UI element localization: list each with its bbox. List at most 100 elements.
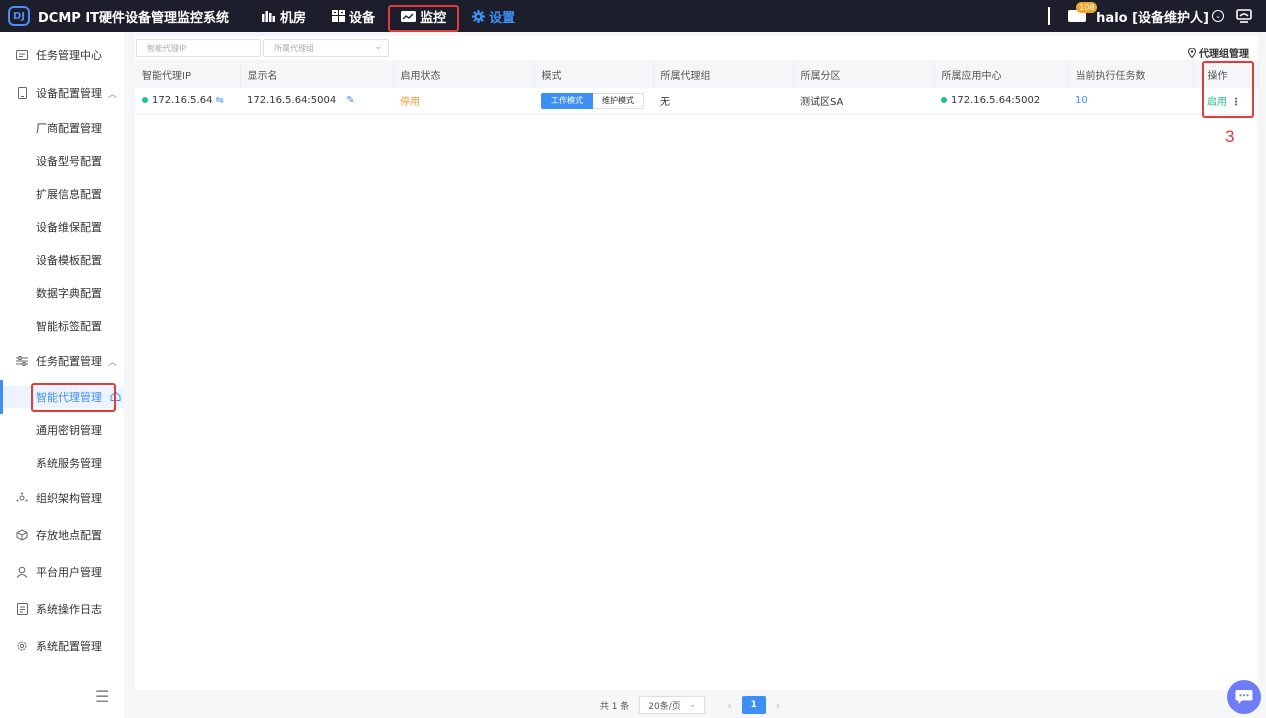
online-status-dot <box>941 97 947 104</box>
sidebar-item-label: 系统服务管理 <box>36 457 102 470</box>
next-page-icon[interactable]: › <box>776 699 780 712</box>
group-manage-link[interactable]: 代理组管理 <box>1188 45 1249 60</box>
agent-group-select[interactable]: 所属代理组 ⌄ <box>263 39 389 57</box>
sidebar-item-device-config[interactable]: 设备配置管理 ︿ <box>0 82 124 104</box>
action-cell: 启用 ⋮ <box>1193 88 1258 115</box>
sidebar-item-label: 设备维保配置 <box>36 221 102 234</box>
user-icon <box>16 566 28 578</box>
org-icon <box>16 492 28 504</box>
agent-table: 智能代理IP 显示名 启用状态 模式 所属代理组 所属分区 所属应用中心 当前执… <box>135 60 1259 115</box>
prev-page-icon[interactable]: ‹ <box>727 699 731 712</box>
pagination: 共 1 条 20条/页 ⌄ ‹ 1 › <box>124 696 1266 714</box>
nav-item-device[interactable]: 设备 <box>319 0 388 32</box>
mode-cell: 工作模式 维护模式 <box>534 88 653 115</box>
task-count-cell: 10 <box>1068 88 1193 115</box>
status-cell: 停用 <box>393 88 534 115</box>
sidebar-item-label: 存放地点配置 <box>36 529 102 542</box>
display-name-cell: 172.16.5.64:5004 ✎ <box>240 88 393 115</box>
nav-item-label: 监控 <box>420 10 447 26</box>
app-title: DCMP IT硬件设备管理监控系统 <box>38 10 230 26</box>
chevron-up-icon: ︿ <box>108 89 118 100</box>
agent-ip-input[interactable]: 智能代理IP <box>136 39 261 57</box>
main-nav: 机房 设备 监控 设置 <box>249 0 528 32</box>
screen-icon[interactable] <box>1236 9 1252 23</box>
agent-ip: 172.16.5.64 <box>152 95 213 107</box>
sidebar-item-platform-users[interactable]: 平台用户管理 <box>0 561 124 583</box>
work-mode-button[interactable]: 工作模式 <box>541 92 593 109</box>
table-row: 172.16.5.64 ⇋ 172.16.5.64:5004 ✎ 停用 工作模式 维… <box>135 88 1258 115</box>
sidebar-item-device-model[interactable]: 设备型号配置 <box>0 150 124 172</box>
maintenance-mode-button[interactable]: 维护模式 <box>593 92 644 109</box>
chat-button[interactable] <box>1227 680 1261 714</box>
settings-icon <box>16 640 28 652</box>
nav-item-monitor[interactable]: 监控 <box>388 0 459 32</box>
sliders-icon <box>16 355 28 367</box>
edit-icon[interactable]: ✎ <box>346 95 354 106</box>
sidebar-item-smart-agent[interactable]: 智能代理管理 <box>0 380 124 414</box>
column-header: 所属分区 <box>793 60 935 88</box>
nav-item-room[interactable]: 机房 <box>249 0 319 32</box>
sidebar-item-label: 任务配置管理 <box>36 355 102 368</box>
total-count: 共 1 条 <box>599 701 630 712</box>
group-cell: 无 <box>653 88 793 115</box>
nav-item-label: 设置 <box>489 10 516 26</box>
user-name[interactable]: halo [设备维护人] <box>1096 7 1209 26</box>
enable-button[interactable]: 启用 <box>1207 97 1227 108</box>
chevron-down-icon[interactable]: ⌄ <box>1212 10 1224 22</box>
log-icon <box>16 603 28 615</box>
logo[interactable]: DJ DCMP IT硬件设备管理监控系统 <box>8 6 229 26</box>
swap-icon[interactable]: ⇋ <box>215 95 223 106</box>
mail-icon[interactable]: 108 <box>1068 2 1098 22</box>
zone-cell: 测试区SA <box>793 88 934 115</box>
nav-item-settings[interactable]: 设置 <box>459 0 528 32</box>
annotation-number-3: 3 <box>1225 127 1235 146</box>
agent-ip-cell: 172.16.5.64 ⇋ <box>135 88 240 115</box>
sidebar-item-label: 系统操作日志 <box>36 603 102 616</box>
sidebar-item-smart-tag[interactable]: 智能标签配置 <box>0 315 124 337</box>
monitor-icon <box>401 10 417 22</box>
column-header: 智能代理IP <box>135 60 241 88</box>
page-size-select[interactable]: 20条/页 ⌄ <box>639 696 706 714</box>
sidebar-item-dictionary[interactable]: 数据字典配置 <box>0 282 124 304</box>
column-header: 显示名 <box>240 60 394 88</box>
sidebar-item-system-config[interactable]: 系统配置管理 <box>0 635 124 657</box>
card-icon <box>16 49 28 61</box>
sidebar-item-ext-info[interactable]: 扩展信息配置 <box>0 183 124 205</box>
message-count-badge: 108 <box>1076 2 1098 13</box>
sidebar-item-secret-key[interactable]: 通用密钥管理 <box>0 419 124 441</box>
status-badge: 停用 <box>400 97 420 109</box>
task-count-link[interactable]: 10 <box>1075 95 1088 106</box>
chevron-down-icon: ⌄ <box>374 42 382 52</box>
sidebar: 任务管理中心 设备配置管理 ︿ 厂商配置管理 设备型号配置 扩展信息配置 设备维… <box>0 32 124 718</box>
column-header: 操作 <box>1193 60 1259 88</box>
sidebar-item-system-service[interactable]: 系统服务管理 <box>0 452 124 474</box>
sidebar-item-operation-log[interactable]: 系统操作日志 <box>0 598 124 620</box>
nav-item-label: 机房 <box>280 10 307 26</box>
sidebar-item-template[interactable]: 设备模板配置 <box>0 249 124 271</box>
sidebar-item-organization[interactable]: 组织架构管理 <box>0 487 124 509</box>
sidebar-item-task-config[interactable]: 任务配置管理 ︿ <box>0 350 124 372</box>
column-header: 所属代理组 <box>653 60 794 88</box>
more-options-icon[interactable]: ⋮ <box>1231 97 1241 108</box>
sidebar-item-label: 组织架构管理 <box>36 492 102 505</box>
sidebar-item-label: 平台用户管理 <box>36 566 102 579</box>
grid-icon <box>332 10 346 22</box>
home-icon[interactable] <box>110 390 121 404</box>
page-number-current[interactable]: 1 <box>741 696 766 714</box>
sidebar-item-task-center[interactable]: 任务管理中心 <box>0 44 124 66</box>
display-name: 172.16.5.64:5004 <box>247 95 337 107</box>
sidebar-item-label: 扩展信息配置 <box>36 188 102 201</box>
chevron-up-icon: ︿ <box>108 357 118 368</box>
user-area: 108 halo [设备维护人] ⌄ <box>1048 0 1266 32</box>
logo-icon: DJ <box>8 6 30 26</box>
menu-collapse-icon[interactable]: ☰ <box>95 687 109 706</box>
main-content: 智能代理IP 所属代理组 ⌄ 代理组管理 智能代理IP 显示名 启用状态 模式 … <box>124 32 1266 718</box>
sidebar-item-label: 任务管理中心 <box>36 49 102 62</box>
sidebar-item-maintenance[interactable]: 设备维保配置 <box>0 216 124 238</box>
column-header: 模式 <box>534 60 654 88</box>
sidebar-item-vendor[interactable]: 厂商配置管理 <box>0 117 124 139</box>
sidebar-item-storage-location[interactable]: 存放地点配置 <box>0 524 124 546</box>
sidebar-item-label: 设备配置管理 <box>36 87 102 100</box>
page-size-label: 20条/页 <box>648 701 681 712</box>
content-card: 智能代理IP 所属代理组 ⌄ 代理组管理 智能代理IP 显示名 启用状态 模式 … <box>135 36 1259 690</box>
